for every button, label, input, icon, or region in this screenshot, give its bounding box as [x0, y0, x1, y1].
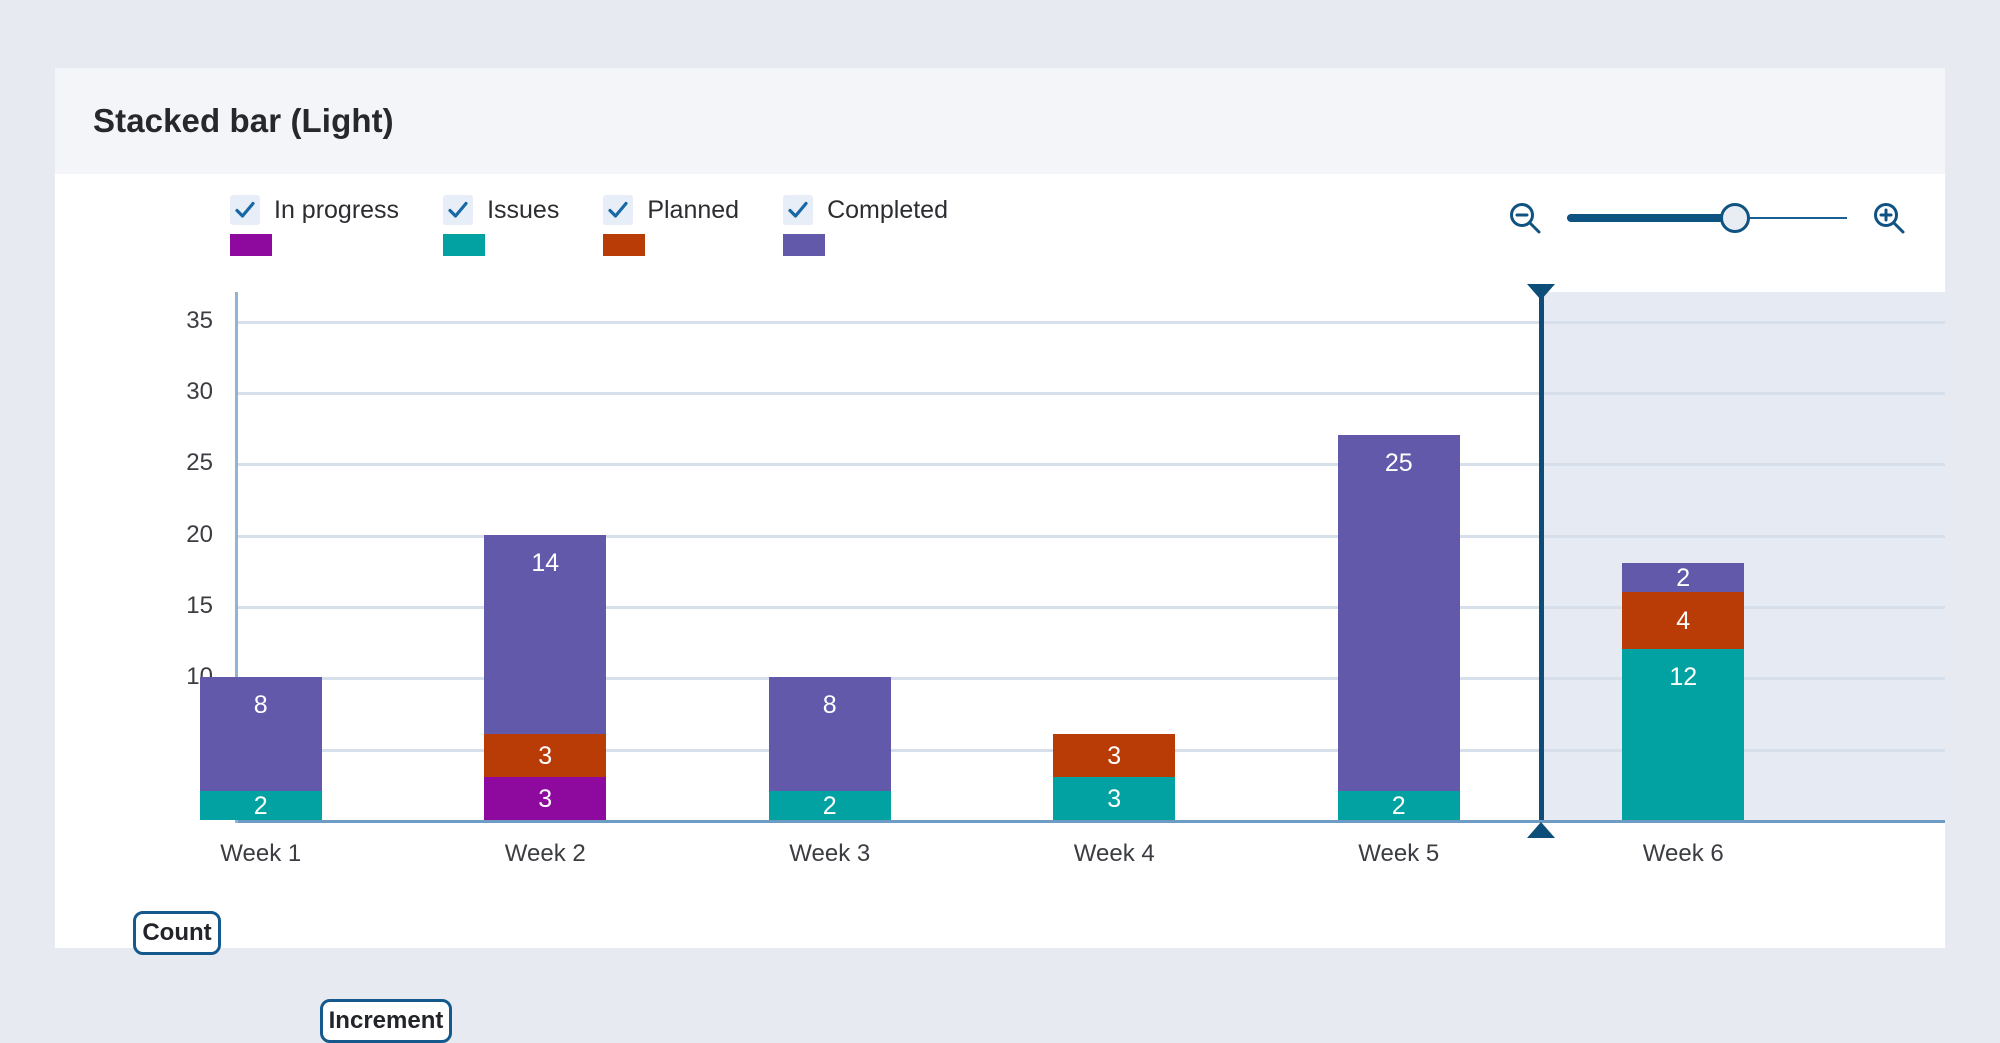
x-axis-label-button[interactable]: Increment	[320, 999, 452, 1043]
y-axis-tick-label: 25	[186, 449, 213, 477]
bar-segment[interactable]: 12	[1622, 648, 1745, 820]
slider-thumb[interactable]	[1720, 203, 1750, 233]
bar-segment[interactable]: 14	[484, 534, 607, 735]
brush-handle-top-cap-icon[interactable]	[1527, 284, 1555, 300]
x-axis-tick-label: Week 5	[1358, 840, 1440, 867]
zoom-in-icon[interactable]	[1869, 198, 1909, 238]
legend-color-swatch	[443, 234, 486, 256]
bar-group[interactable]: 2 25	[1337, 282, 1460, 821]
bar-group[interactable]: 3 3 14	[484, 282, 607, 820]
bar-segment-value: 2	[253, 792, 268, 821]
card-header: Stacked bar (Light)	[55, 68, 1945, 174]
y-axis-tick-label: 35	[186, 306, 213, 334]
legend-color-swatch	[783, 234, 826, 256]
brush-handle-bottom-cap-icon[interactable]	[1527, 822, 1555, 838]
bar-segment-value: 3	[538, 785, 553, 814]
checkbox-checked-icon[interactable]	[230, 195, 260, 225]
checkbox-checked-icon[interactable]	[603, 195, 634, 225]
bar-segment[interactable]: 25	[1337, 434, 1460, 792]
brush-handle-line[interactable]	[1539, 292, 1544, 820]
x-axis-tick-label: Week 6	[1642, 840, 1724, 867]
bar-segment[interactable]: 8	[199, 677, 322, 792]
bar-segment[interactable]: 3	[484, 777, 607, 820]
bar-segment[interactable]: 3	[1053, 734, 1176, 778]
bar-segment[interactable]: 3	[484, 734, 607, 778]
y-axis-tick-label: 20	[186, 520, 213, 548]
legend-color-swatch	[230, 234, 272, 256]
bar-segment-value: 3	[1107, 742, 1122, 771]
bar-group[interactable]: 12 4 2	[1622, 282, 1745, 820]
legend-item-planned[interactable]: Planned	[603, 192, 740, 256]
bar-segment[interactable]: 2	[1337, 791, 1460, 821]
y-axis-tick-label: 10	[103, 663, 213, 691]
bar-segment-value: 25	[1384, 448, 1413, 477]
x-axis-tick-label: Week 1	[220, 840, 302, 867]
bar-segment-value: 4	[1676, 606, 1691, 635]
bar-segment-value: 2	[1391, 792, 1406, 821]
legend-item-completed[interactable]: Completed	[783, 192, 948, 256]
bar-group[interactable]: 28	[768, 282, 891, 821]
zoom-out-icon[interactable]	[1505, 198, 1545, 238]
legend-item-in-progress[interactable]: In progress	[230, 192, 400, 256]
bar-segment[interactable]: 4	[1622, 591, 1745, 649]
slider-fill	[1567, 214, 1735, 222]
bar-group[interactable]: 28	[199, 282, 322, 821]
x-axis-line	[238, 820, 1945, 823]
legend-color-swatch	[603, 234, 646, 256]
legend: In progress Issues Planned Completed	[230, 192, 992, 256]
x-axis-tick-label: Week 3	[789, 840, 871, 867]
bar-segment-value: 2	[822, 792, 837, 821]
legend-item-label: Completed	[827, 196, 948, 224]
zoom-slider[interactable]	[1567, 201, 1847, 235]
page-title: Stacked bar (Light)	[93, 102, 394, 139]
card-body: In progress Issues Planned Completed 15 …	[55, 174, 1945, 1043]
bar-segment-value: 8	[253, 691, 268, 720]
checkbox-checked-icon[interactable]	[443, 195, 474, 225]
checkbox-checked-icon[interactable]	[783, 195, 814, 225]
legend-item-label: In progress	[274, 196, 400, 224]
bar-segment-value: 3	[538, 742, 553, 771]
bar-segment[interactable]: 8	[768, 677, 891, 792]
bar-segment-value: 8	[822, 691, 837, 720]
legend-item-label: Issues	[487, 196, 560, 224]
bar-segment-value: 14	[531, 548, 560, 577]
bar-segment-value: 2	[1676, 563, 1691, 592]
bar-segment[interactable]: 2	[1622, 563, 1745, 592]
y-axis-label-button[interactable]: Count	[133, 911, 221, 955]
bar-segment[interactable]: 2	[199, 791, 322, 821]
y-axis-tick-label: 30	[186, 377, 213, 405]
bar-segment-value: 3	[1107, 785, 1122, 814]
bar-group[interactable]: 33	[1053, 282, 1176, 820]
zoom-control	[1505, 198, 1909, 238]
y-axis-tick-label: 5	[103, 735, 213, 763]
bar-segment[interactable]: 3	[1053, 777, 1176, 820]
legend-item-label: Planned	[647, 196, 740, 224]
chart-plot-area: 510152025303528Week 13314Week 228Week 33…	[55, 282, 1945, 948]
bar-segment[interactable]: 2	[768, 791, 891, 821]
chart-card: Stacked bar (Light) In progress Issues Pla…	[55, 68, 1945, 1043]
x-axis-tick-label: Week 4	[1073, 840, 1155, 867]
x-axis-tick-label: Week 2	[504, 840, 586, 867]
bar-segment-value: 12	[1669, 662, 1698, 691]
chart-toolbar: In progress Issues Planned Completed	[55, 174, 1945, 282]
y-axis-tick-label: 15	[186, 591, 213, 619]
legend-item-issues[interactable]: Issues	[443, 192, 560, 256]
